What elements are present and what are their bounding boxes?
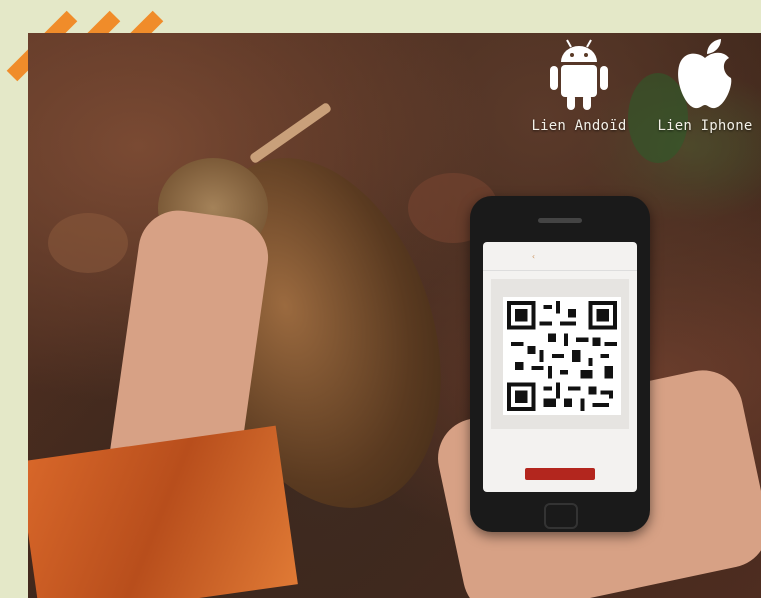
app-links: Lien Andoïd Lien Iphone	[521, 36, 761, 136]
qr-code	[503, 297, 621, 415]
woodcock-beak	[248, 101, 333, 165]
phone-home-button	[544, 503, 578, 529]
phone-app-header: ‹	[483, 242, 637, 271]
android-link-label: Lien Andoïd	[531, 118, 627, 134]
phone-app-button	[525, 468, 595, 480]
iphone-link[interactable]: Lien Iphone	[649, 36, 761, 134]
smartphone: ‹	[470, 196, 650, 532]
qr-card	[491, 279, 629, 429]
android-link[interactable]: Lien Andoïd	[529, 36, 629, 134]
phone-speaker	[538, 218, 582, 223]
phone-screen: ‹	[483, 242, 637, 492]
android-icon	[550, 39, 608, 110]
apple-icon	[678, 39, 732, 109]
iphone-link-label: Lien Iphone	[657, 118, 753, 134]
left-sleeve	[28, 425, 298, 598]
